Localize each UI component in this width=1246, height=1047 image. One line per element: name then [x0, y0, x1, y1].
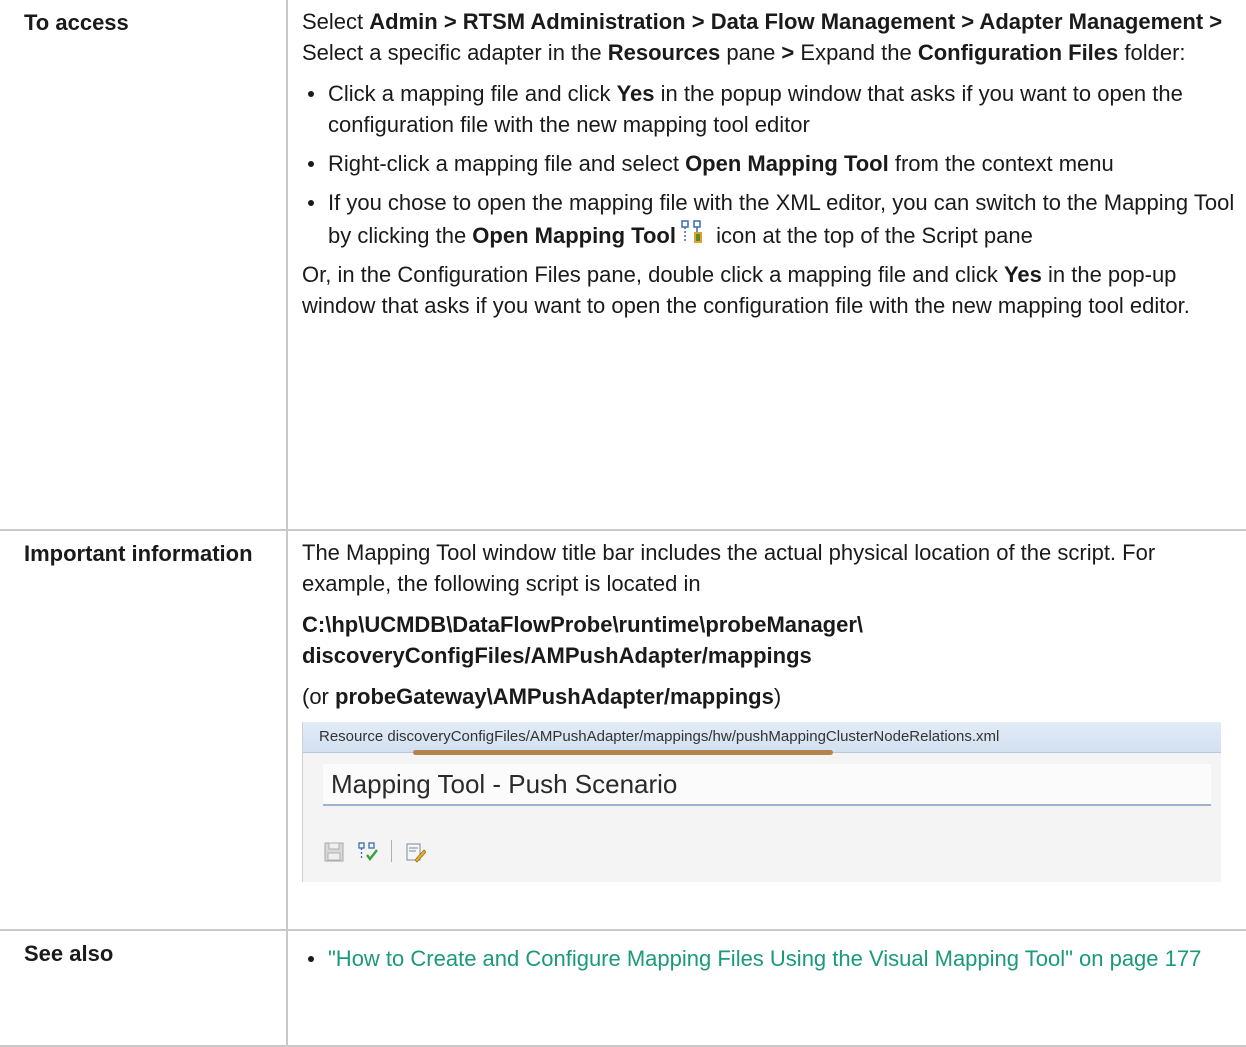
see-also-label: See also: [0, 929, 288, 1047]
toolbar-separator: [391, 840, 392, 862]
info-table: To access Select Admin > RTSM Administra…: [0, 0, 1246, 1047]
open-mapping-tool-icon: [357, 840, 379, 862]
alternate-path: (or probeGateway\AMPushAdapter/mappings): [302, 684, 782, 709]
important-information-content: The Mapping Tool window title bar includ…: [286, 529, 1246, 931]
row-see-also: See also "How to Create and Configure Ma…: [0, 929, 1246, 1047]
resource-title-bar: Resource discoveryConfigFiles/AMPushAdap…: [303, 722, 1221, 753]
configuration-files-folder: Configuration Files: [917, 40, 1119, 65]
list-item: Click a mapping file and click Yes in th…: [302, 78, 1236, 140]
how-to-create-mapping-files-link[interactable]: "How to Create and Configure Mapping Fil…: [328, 946, 1201, 971]
to-access-label: To access: [0, 0, 288, 531]
see-also-content: "How to Create and Configure Mapping Fil…: [286, 929, 1246, 1047]
path-separator: >: [781, 40, 795, 65]
admin-path: Admin > RTSM Administration > Data Flow …: [369, 9, 1223, 34]
path-highlight-underline: [413, 750, 833, 755]
script-path: C:\hp\UCMDB\DataFlowProbe\runtime\probeM…: [302, 612, 864, 668]
access-outro: Or, in the Configuration Files pane, dou…: [302, 262, 1190, 318]
access-intro: Select Admin > RTSM Administration > Dat…: [302, 6, 1236, 68]
see-also-list: "How to Create and Configure Mapping Fil…: [302, 943, 1236, 974]
edit-script-icon: [404, 840, 427, 863]
to-access-content: Select Admin > RTSM Administration > Dat…: [286, 0, 1246, 531]
list-item: Right-click a mapping file and select Op…: [302, 148, 1236, 179]
access-bullet-list: Click a mapping file and click Yes in th…: [302, 78, 1236, 251]
list-item: If you chose to open the mapping file wi…: [302, 187, 1236, 251]
intro-text: Expand the: [794, 40, 918, 65]
list-item: "How to Create and Configure Mapping Fil…: [302, 943, 1236, 974]
important-information-label: Important information: [0, 529, 288, 931]
row-important-information: Important information The Mapping Tool w…: [0, 529, 1246, 931]
mapping-tool-screenshot: Resource discoveryConfigFiles/AMPushAdap…: [302, 722, 1221, 882]
mapping-tool-title: Mapping Tool - Push Scenario: [323, 764, 1211, 806]
intro-text: Select: [302, 9, 370, 34]
resources-pane-name: Resources: [607, 40, 721, 65]
intro-text: Select a specific adapter in the: [302, 40, 608, 65]
save-icon: [323, 840, 345, 862]
row-to-access: To access Select Admin > RTSM Administra…: [0, 0, 1246, 531]
intro-text: folder:: [1118, 40, 1186, 65]
important-paragraph: The Mapping Tool window title bar includ…: [302, 540, 1156, 596]
open-mapping-tool-icon: [680, 218, 706, 246]
mapping-tool-toolbar: [323, 834, 427, 868]
intro-text: pane: [720, 40, 782, 65]
